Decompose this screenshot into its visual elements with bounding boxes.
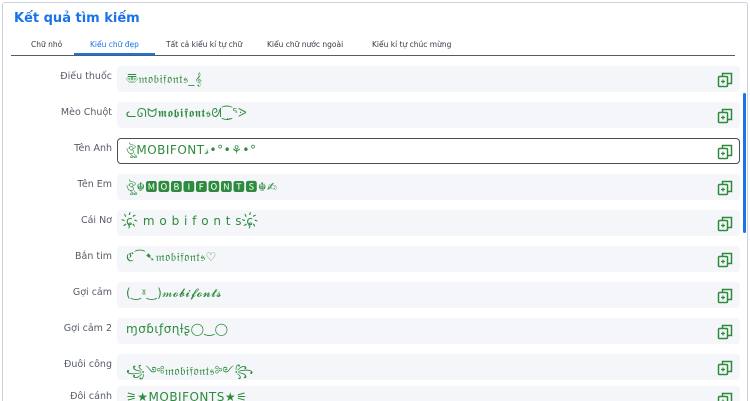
tab-chu-nho[interactable]: Chữ nhỏ — [31, 40, 62, 49]
list-item: Đuôi công ꧁༺𝔪𝔬𝔟𝔦𝔣𝔬𝔫𝔱𝔰༻꧂ — [3, 353, 747, 379]
fancy-text: ℭ⁀➷𝔪𝔬𝔟𝔦𝔣𝔬𝔫𝔱𝔰♡ — [126, 250, 217, 265]
copy-icon[interactable] — [717, 180, 733, 196]
fancy-text: ᓚᘏᗢ𝖒𝖔𝖇𝖎𝖋𝖔𝖓𝖙𝖘ᘛ⁐̤ᕐᐷ — [126, 106, 247, 121]
style-label: Gợi cảm — [73, 287, 112, 298]
active-tab-indicator — [74, 53, 155, 55]
list-item: Tên Anh ঔৣMOBIFONT𝓈•°•⚘•° — [3, 137, 747, 163]
tab-kieu-chu-dep[interactable]: Kiểu chữ đẹp — [90, 40, 139, 49]
fancy-text: ɕ҉ m o b i f o n t s ɕ҉ — [126, 214, 259, 228]
copy-icon[interactable] — [717, 216, 733, 232]
style-label: Tên Anh — [74, 143, 112, 154]
style-label: Điếu thuốc — [60, 71, 112, 82]
fancy-text: ঔৣ☬🅼🅾🅱🅸🅵🅾🅽🆃🆂☬✍ — [126, 178, 277, 199]
fancy-text-field[interactable]: ℭ⁀➷𝔪𝔬𝔟𝔦𝔣𝔬𝔫𝔱𝔰♡ — [117, 246, 740, 272]
style-label: Tên Em — [77, 179, 112, 190]
style-label: Đuôi công — [64, 359, 112, 370]
fancy-text-field[interactable]: ɱσɓιƒσɳƚʂ◯‿◯ — [117, 318, 740, 344]
list-item: Điếu thuốc 〠𝔪𝔬𝔟𝔦𝔣𝔬𝔫𝔱𝔰_𝄞 — [3, 65, 747, 91]
fancy-text-field[interactable]: ঔৣ☬🅼🅾🅱🅸🅵🅾🅽🆃🆂☬✍ — [117, 174, 740, 200]
list-item: Gợi cảm (‿ˠ‿)𝓂𝓸𝓫𝓲𝓯𝓸𝓷𝓽𝓼 — [3, 281, 747, 307]
style-label: Bắn tim — [75, 251, 112, 262]
copy-icon[interactable] — [717, 288, 733, 304]
page-title: Kết quả tìm kiếm — [14, 11, 140, 26]
fancy-text-field[interactable]: ᓚᘏᗢ𝖒𝖔𝖇𝖎𝖋𝖔𝖓𝖙𝖘ᘛ⁐̤ᕐᐷ — [117, 102, 740, 128]
copy-icon[interactable] — [717, 324, 733, 340]
tab-kieu-ki-tu-chuc-mung[interactable]: Kiểu kí tự chúc mừng — [372, 40, 451, 49]
vertical-scrollbar[interactable] — [743, 93, 746, 233]
list-item: Gợi cảm 2 ɱσɓιƒσɳƚʂ◯‿◯ — [3, 317, 747, 343]
fancy-text-field[interactable]: ⚞★MOBIFONTS★⚟ — [117, 386, 740, 401]
copy-icon[interactable] — [717, 108, 733, 124]
list-item: Bắn tim ℭ⁀➷𝔪𝔬𝔟𝔦𝔣𝔬𝔫𝔱𝔰♡ — [3, 245, 747, 271]
fancy-text-field-selected[interactable]: ঔৣMOBIFONT𝓈•°•⚘•° — [117, 138, 740, 164]
list-item: Cái Nơ ɕ҉ m o b i f o n t s ɕ҉ — [3, 209, 747, 235]
list-item: Đôi cánh ⚞★MOBIFONTS★⚟ — [3, 385, 747, 401]
tab-bar: Chữ nhỏ Kiểu chữ đẹp Tất cả kiểu kí tự c… — [11, 33, 735, 56]
fancy-text-field[interactable]: ɕ҉ m o b i f o n t s ɕ҉ — [117, 210, 740, 236]
fancy-text: ɱσɓιƒσɳƚʂ◯‿◯ — [126, 322, 229, 336]
fancy-text: ঔৣMOBIFONT𝓈•°•⚘•° — [126, 142, 256, 162]
style-label: Cái Nơ — [81, 215, 112, 226]
copy-icon[interactable] — [717, 360, 733, 376]
fancy-text-field[interactable]: ꧁༺𝔪𝔬𝔟𝔦𝔣𝔬𝔫𝔱𝔰༻꧂ — [117, 354, 740, 380]
style-label: Gợi cảm 2 — [64, 323, 112, 334]
fancy-text-field[interactable]: (‿ˠ‿)𝓂𝓸𝓫𝓲𝓯𝓸𝓷𝓽𝓼 — [117, 282, 740, 308]
copy-icon[interactable] — [717, 72, 733, 88]
fancy-text-field[interactable]: 〠𝔪𝔬𝔟𝔦𝔣𝔬𝔫𝔱𝔰_𝄞 — [117, 66, 740, 92]
copy-icon[interactable] — [717, 252, 733, 268]
fancy-text: 〠𝔪𝔬𝔟𝔦𝔣𝔬𝔫𝔱𝔰_𝄞 — [126, 70, 202, 87]
tab-tat-ca-kieu-ki-tu-chu[interactable]: Tất cả kiểu kí tự chữ — [166, 40, 242, 49]
style-label: Mèo Chuột — [61, 107, 112, 118]
copy-icon[interactable] — [717, 144, 733, 160]
list-item: Tên Em ঔৣ☬🅼🅾🅱🅸🅵🅾🅽🆃🆂☬✍ — [3, 173, 747, 199]
fancy-text: (‿ˠ‿)𝓂𝓸𝓫𝓲𝓯𝓸𝓷𝓽𝓼 — [126, 286, 222, 301]
search-results-panel: Kết quả tìm kiếm Chữ nhỏ Kiểu chữ đẹp Tấ… — [2, 2, 748, 401]
fancy-text: ⚞★MOBIFONTS★⚟ — [126, 390, 247, 401]
tab-kieu-chu-nuoc-ngoai[interactable]: Kiểu chữ nước ngoài — [267, 40, 343, 49]
list-item: Mèo Chuột ᓚᘏᗢ𝖒𝖔𝖇𝖎𝖋𝖔𝖓𝖙𝖘ᘛ⁐̤ᕐᐷ — [3, 101, 747, 127]
